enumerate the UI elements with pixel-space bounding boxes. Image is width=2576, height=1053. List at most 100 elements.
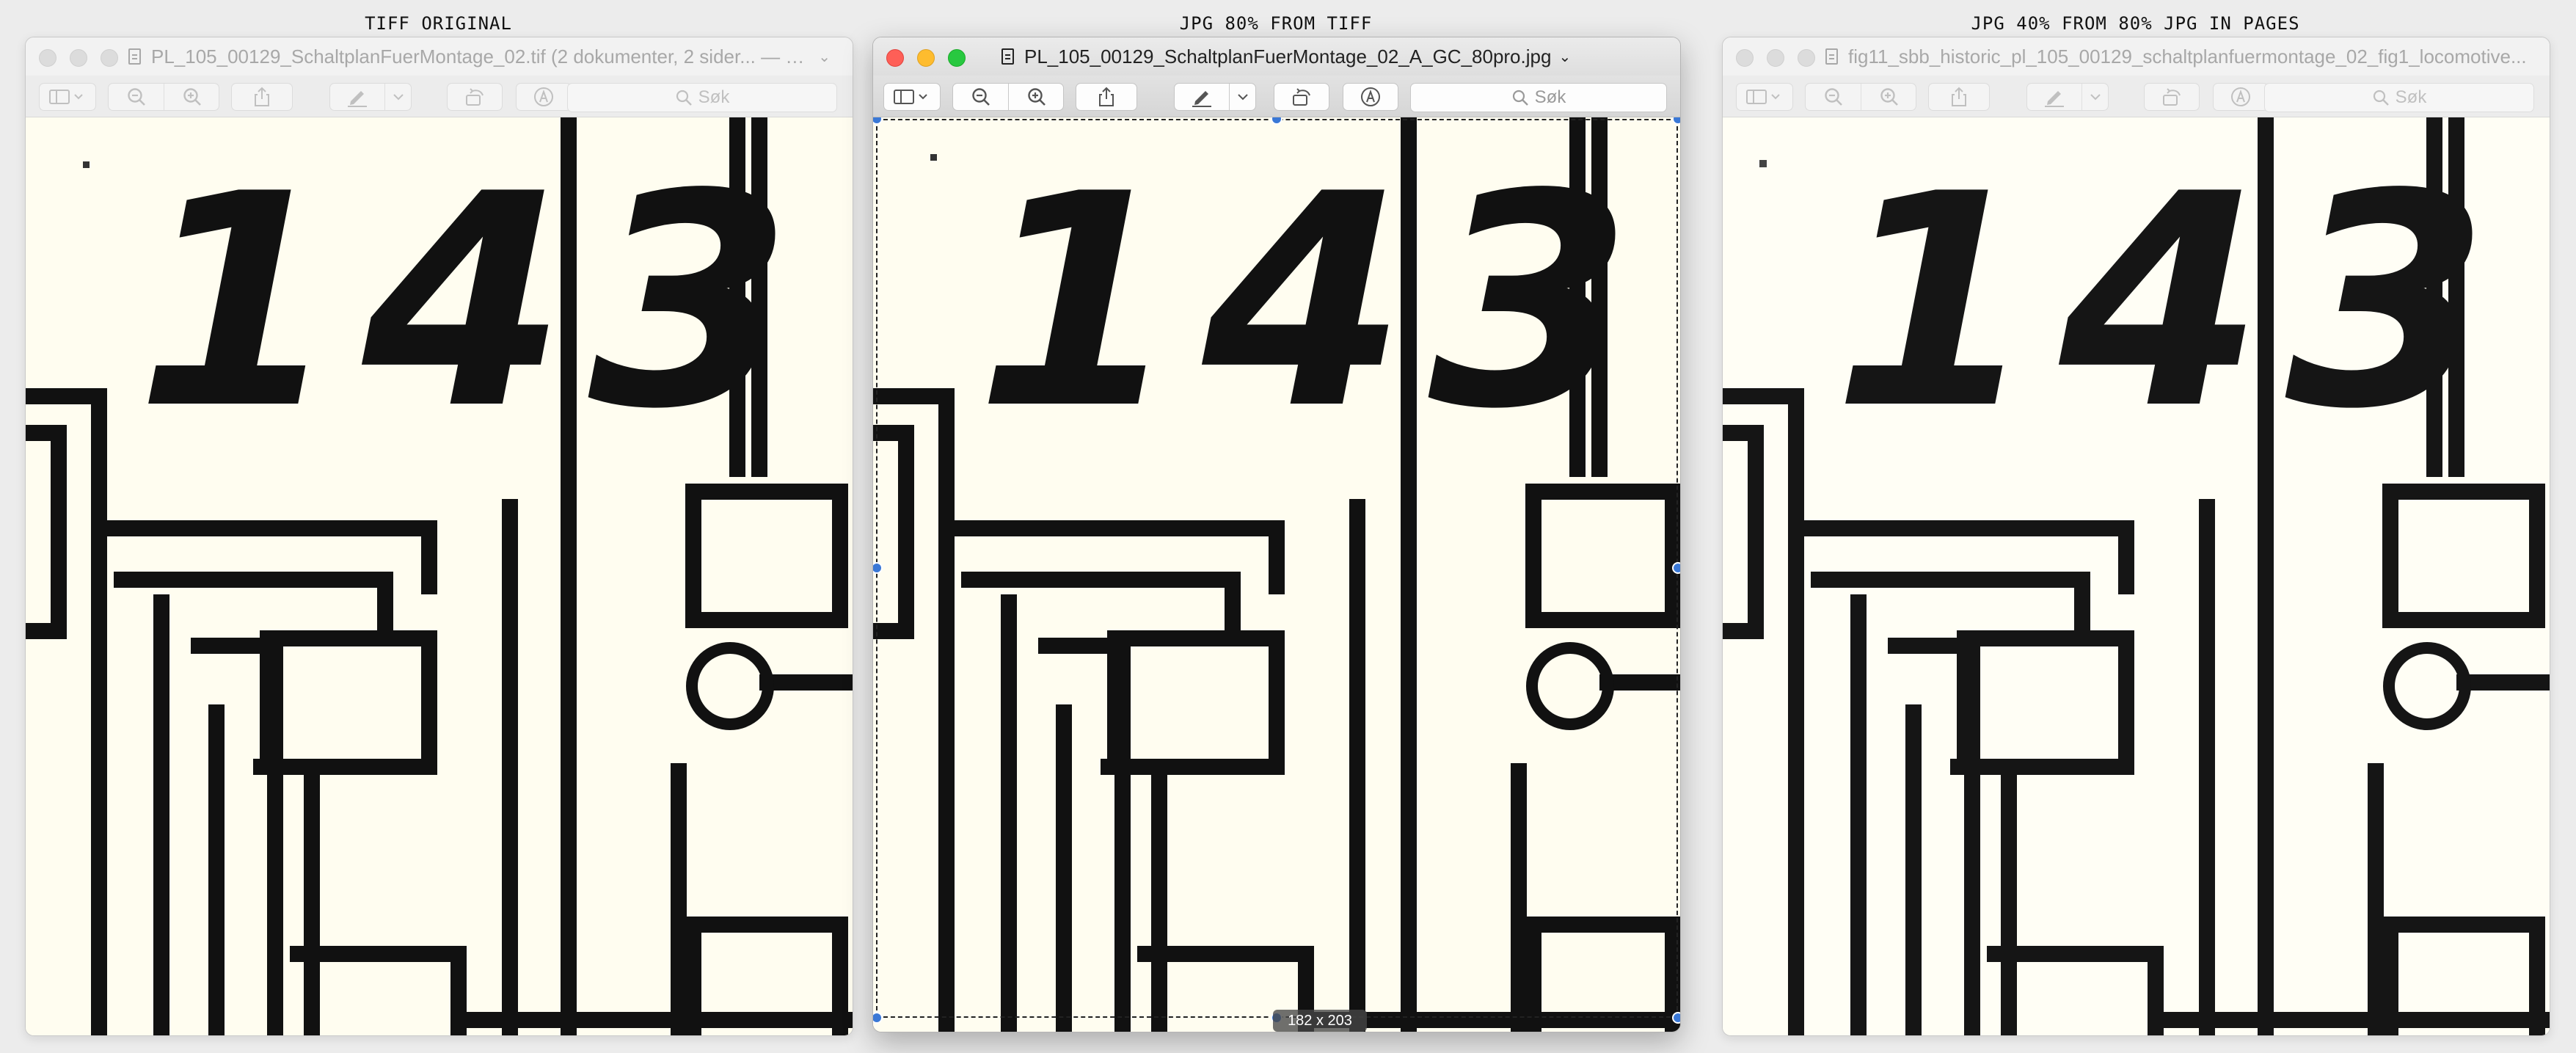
markup-button[interactable] — [330, 84, 384, 110]
window-title-text: PL_105_00129_SchaltplanFuerMontage_02_A_… — [1024, 45, 1552, 68]
markup-button-group — [1174, 83, 1256, 111]
caption-panel-3: JPG 40% FROM 80% JPG IN PAGES — [1971, 13, 2300, 34]
title-bar[interactable]: PL_105_00129_SchaltplanFuerMontage_02_A_… — [873, 37, 1680, 76]
markup-button[interactable] — [2027, 84, 2081, 110]
title-bar[interactable]: PL_105_00129_SchaltplanFuerMontage_02.ti… — [26, 37, 853, 76]
share-icon — [1952, 87, 1966, 106]
toolbar: Søk — [1723, 76, 2550, 117]
annotate-icon — [2231, 87, 2250, 106]
share-button[interactable] — [1928, 83, 1990, 111]
markup-menu-button[interactable] — [1230, 84, 1256, 110]
chevron-down-icon — [2090, 94, 2101, 101]
rotate-button[interactable] — [447, 83, 503, 111]
zoom-in-button[interactable] — [1861, 84, 1916, 110]
selection-handle-right[interactable] — [1672, 562, 1680, 574]
sidebar-icon — [49, 90, 83, 104]
circuit-diagram-scan: 143 — [1723, 117, 2550, 1035]
window-title[interactable]: PL_105_00129_SchaltplanFuerMontage_02_A_… — [1001, 37, 1658, 76]
search-placeholder: Søk — [698, 87, 730, 107]
markup-pen-icon — [2045, 91, 2064, 107]
window-title[interactable]: fig11_sbb_historic_pl_105_00129_schaltpl… — [1825, 37, 2528, 76]
rotate-button[interactable] — [1274, 83, 1329, 111]
zoom-out-button[interactable] — [1806, 84, 1861, 110]
markup-menu-button[interactable] — [2082, 84, 2109, 110]
window-title-text: fig11_sbb_historic_pl_105_00129_schaltpl… — [1848, 45, 2527, 68]
zoom-in-icon — [1027, 88, 1046, 106]
drawing-number: 143 — [1833, 132, 2511, 473]
chevron-down-icon[interactable]: ⌄ — [818, 48, 831, 66]
search-field[interactable]: Søk — [2264, 83, 2534, 112]
window-controls — [886, 49, 966, 67]
toolbar: Søk — [26, 76, 853, 117]
window-title[interactable]: PL_105_00129_SchaltplanFuerMontage_02.ti… — [128, 37, 831, 76]
markup-button-group — [2026, 83, 2109, 111]
zoom-button-group — [1805, 83, 1916, 111]
rotate-button[interactable] — [2144, 83, 2200, 111]
toolbar: Søk — [873, 76, 1680, 117]
search-icon — [2373, 90, 2389, 106]
zoom-button-group — [108, 83, 219, 111]
chevron-down-icon — [393, 94, 404, 101]
selection-handle-bottom-right[interactable] — [1672, 1012, 1680, 1024]
minimize-button[interactable] — [1767, 49, 1784, 67]
window-title-text: PL_105_00129_SchaltplanFuerMontage_02.ti… — [151, 45, 811, 68]
markup-pen-icon — [1192, 91, 1211, 107]
markup-button[interactable] — [1175, 84, 1229, 110]
close-button[interactable] — [886, 49, 904, 67]
document-view[interactable]: 143 — [873, 117, 1680, 1032]
sidebar-view-button[interactable] — [1736, 83, 1793, 111]
rotate-icon — [466, 88, 484, 106]
share-button[interactable] — [231, 83, 293, 111]
preview-window-jpg80[interactable]: PL_105_00129_SchaltplanFuerMontage_02_A_… — [872, 37, 1681, 1032]
document-icon — [128, 48, 141, 65]
caption-panel-1: TIFF ORIGINAL — [365, 13, 512, 34]
search-icon — [1512, 90, 1528, 106]
window-controls — [39, 49, 118, 67]
close-button[interactable] — [1736, 49, 1754, 67]
zoom-out-button[interactable] — [109, 84, 164, 110]
share-icon — [255, 87, 269, 106]
sidebar-view-button[interactable] — [883, 83, 941, 111]
sidebar-icon — [1746, 90, 1780, 104]
markup-button-group — [329, 83, 412, 111]
selection-size-label: 182 x 203 — [1273, 1010, 1367, 1032]
annotate-button[interactable] — [516, 83, 572, 111]
share-button[interactable] — [1076, 83, 1137, 111]
drawing-number: 143 — [136, 132, 814, 473]
search-field[interactable]: Søk — [1410, 83, 1667, 112]
zoom-button[interactable] — [948, 49, 966, 67]
markup-menu-button[interactable] — [385, 84, 412, 110]
document-view[interactable]: 143 — [1723, 117, 2550, 1035]
minimize-button[interactable] — [70, 49, 87, 67]
preview-window-tiff[interactable]: PL_105_00129_SchaltplanFuerMontage_02.ti… — [25, 37, 853, 1036]
search-field[interactable]: Søk — [567, 83, 837, 112]
document-icon — [1825, 48, 1838, 65]
zoom-out-icon — [1824, 88, 1842, 106]
selection-rectangle[interactable] — [876, 119, 1678, 1018]
title-bar[interactable]: fig11_sbb_historic_pl_105_00129_schaltpl… — [1723, 37, 2550, 76]
zoom-out-icon — [971, 88, 990, 106]
sidebar-view-button[interactable] — [39, 83, 96, 111]
minimize-button[interactable] — [917, 49, 935, 67]
chevron-down-icon[interactable]: ⌄ — [1558, 48, 1571, 66]
zoom-button[interactable] — [101, 49, 118, 67]
rotate-icon — [2163, 88, 2181, 106]
document-view[interactable]: 143 — [26, 117, 853, 1035]
close-button[interactable] — [39, 49, 56, 67]
preview-window-jpg40[interactable]: fig11_sbb_historic_pl_105_00129_schaltpl… — [1722, 37, 2550, 1036]
zoom-in-button[interactable] — [1009, 84, 1064, 110]
circuit-diagram-scan: 143 — [26, 117, 853, 1035]
sidebar-icon — [894, 90, 927, 104]
share-icon — [1099, 87, 1114, 106]
zoom-in-icon — [1880, 88, 1898, 106]
zoom-out-button[interactable] — [953, 84, 1008, 110]
annotate-button[interactable] — [1343, 83, 1398, 111]
annotate-button[interactable] — [2213, 83, 2269, 111]
zoom-button[interactable] — [1798, 49, 1815, 67]
search-icon — [676, 90, 692, 106]
annotate-icon — [1361, 87, 1380, 106]
zoom-in-button[interactable] — [164, 84, 219, 110]
search-placeholder: Søk — [2395, 87, 2427, 107]
document-icon — [1001, 48, 1014, 65]
caption-panel-2: JPG 80% FROM TIFF — [1179, 13, 1373, 34]
